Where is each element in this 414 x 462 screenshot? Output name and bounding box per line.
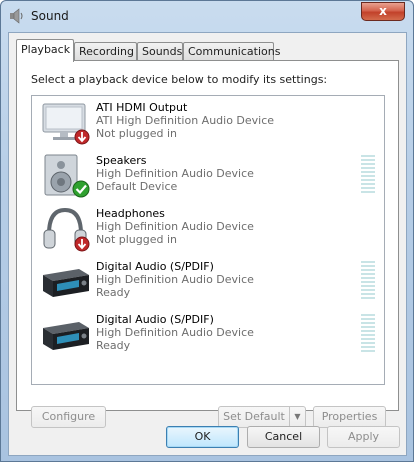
device-status: Ready — [96, 286, 131, 299]
monitor-icon — [42, 103, 90, 145]
device-description: High Definition Audio Device — [96, 167, 254, 180]
default-check-badge-icon — [72, 180, 90, 198]
device-description: High Definition Audio Device — [96, 273, 254, 286]
set-default-label: Set Default — [223, 410, 285, 423]
device-item-headphones[interactable]: Headphones High Definition Audio Device … — [32, 202, 384, 255]
apply-button[interactable]: Apply — [327, 426, 400, 448]
ok-button[interactable]: OK — [166, 426, 239, 448]
device-status: Not plugged in — [96, 127, 178, 140]
device-status: Default Device — [96, 180, 178, 193]
device-description: High Definition Audio Device — [96, 220, 254, 233]
device-item-ati-hdmi-output[interactable]: ATI HDMI Output ATI High Definition Audi… — [32, 96, 384, 149]
cancel-button[interactable]: Cancel — [247, 426, 320, 448]
properties-button[interactable]: Properties — [313, 406, 386, 428]
device-name: Headphones — [96, 207, 165, 220]
dialog-client-area: Playback Recording Sounds Communications… — [8, 32, 407, 456]
headphones-icon — [43, 207, 90, 252]
playback-tab-panel: Select a playback device below to modify… — [16, 60, 399, 428]
unplugged-badge-icon — [74, 236, 90, 252]
device-item-speakers[interactable]: Speakers High Definition Audio Device De… — [32, 149, 384, 202]
device-name: ATI HDMI Output — [96, 101, 188, 114]
tab-playback[interactable]: Playback — [16, 39, 74, 62]
device-status: Not plugged in — [96, 233, 178, 246]
volume-level-meter — [361, 314, 375, 354]
device-description: ATI High Definition Audio Device — [96, 114, 275, 127]
device-name: Digital Audio (S/PDIF) — [96, 313, 214, 326]
speaker-icon — [10, 8, 23, 24]
digital-audio-receiver-icon — [43, 322, 89, 350]
device-list[interactable]: ATI HDMI Output ATI High Definition Audi… — [31, 95, 385, 385]
device-name: Digital Audio (S/PDIF) — [96, 260, 214, 273]
set-default-button[interactable]: Set Default ▼ — [218, 406, 306, 428]
digital-audio-receiver-icon — [43, 269, 89, 297]
instruction-text: Select a playback device below to modify… — [31, 73, 328, 86]
window-title: Sound — [31, 9, 69, 23]
sound-dialog-window: Sound x Playback Recording Sounds Commun… — [0, 0, 414, 462]
tab-recording[interactable]: Recording — [74, 42, 137, 61]
configure-button[interactable]: Configure — [31, 406, 106, 428]
device-item-digital-audio-spdif[interactable]: Digital Audio (S/PDIF) High Definition A… — [32, 255, 384, 308]
device-description: High Definition Audio Device — [96, 326, 254, 339]
device-name: Speakers — [96, 154, 147, 167]
tab-sounds[interactable]: Sounds — [137, 42, 183, 61]
speaker-icon — [44, 154, 90, 198]
device-status: Ready — [96, 339, 131, 352]
device-item-digital-audio-spdif[interactable]: Digital Audio (S/PDIF) High Definition A… — [32, 308, 384, 361]
chevron-down-icon[interactable]: ▼ — [289, 407, 305, 427]
unplugged-badge-icon — [74, 129, 90, 145]
volume-level-meter — [361, 155, 375, 195]
title-bar[interactable]: Sound x — [1, 1, 413, 31]
tab-communications[interactable]: Communications — [183, 42, 280, 61]
volume-level-meter — [361, 261, 375, 301]
close-button[interactable]: x — [361, 2, 405, 21]
